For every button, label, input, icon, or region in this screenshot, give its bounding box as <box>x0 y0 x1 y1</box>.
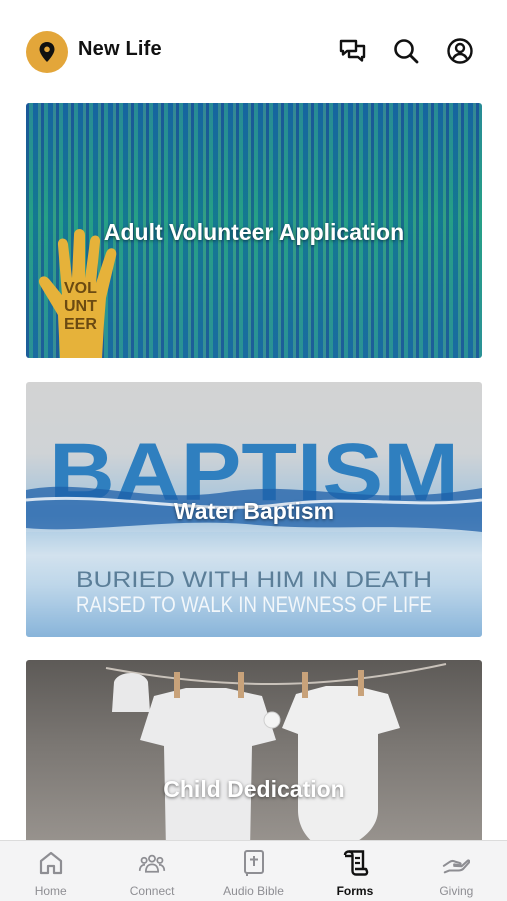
form-card-label: Child Dedication <box>163 776 345 802</box>
tab-label: Audio Bible <box>223 884 284 898</box>
account-button[interactable] <box>445 36 475 66</box>
tab-label: Giving <box>439 884 474 898</box>
tab-giving[interactable]: Giving <box>406 841 507 901</box>
volunteer-art-text-2: UNT <box>64 298 97 315</box>
app-header: New Life <box>0 0 507 92</box>
forms-icon <box>343 850 369 876</box>
chat-button[interactable] <box>338 36 368 66</box>
bible-icon <box>243 850 264 876</box>
form-card-child-dedication[interactable]: Child Dedication <box>26 660 482 850</box>
baptism-art-line1: BURIED WITH HIM IN DEATH <box>76 567 432 592</box>
tab-forms[interactable]: Forms <box>304 841 405 901</box>
church-logo[interactable] <box>26 31 68 73</box>
form-card-baptism[interactable]: BAPTISM BURIED WITH HIM IN DEATH RAISED … <box>26 382 482 637</box>
volunteer-art-text-3: EER <box>64 316 97 333</box>
tab-connect[interactable]: Connect <box>101 841 202 901</box>
tab-label: Home <box>34 884 67 898</box>
baptism-art-line2: RAISED TO WALK IN NEWNESS OF LIFE <box>76 592 432 617</box>
people-icon <box>138 854 166 873</box>
app-title: New Life <box>78 38 162 60</box>
search-icon <box>394 39 419 64</box>
baby-clothes-image <box>105 663 447 850</box>
tab-home[interactable]: Home <box>0 841 101 901</box>
home-icon <box>39 851 62 875</box>
chat-icon <box>339 39 366 62</box>
account-icon <box>447 38 473 64</box>
form-card-volunteer[interactable]: VOL UNT EER Adult Volunteer Application <box>26 103 482 358</box>
giving-hand-icon <box>443 859 471 874</box>
bottom-tab-bar: Home Connect Audio Bible Forms Giving <box>0 840 507 901</box>
form-card-label: Water Baptism <box>173 498 335 524</box>
tab-label: Forms <box>336 884 374 898</box>
volunteer-art-text-1: VOL <box>64 280 97 297</box>
form-card-label: Adult Volunteer Application <box>103 219 405 245</box>
tab-label: Connect <box>129 884 175 898</box>
search-button[interactable] <box>391 36 421 66</box>
location-pin-icon <box>39 42 55 62</box>
tab-audio-bible[interactable]: Audio Bible <box>203 841 304 901</box>
